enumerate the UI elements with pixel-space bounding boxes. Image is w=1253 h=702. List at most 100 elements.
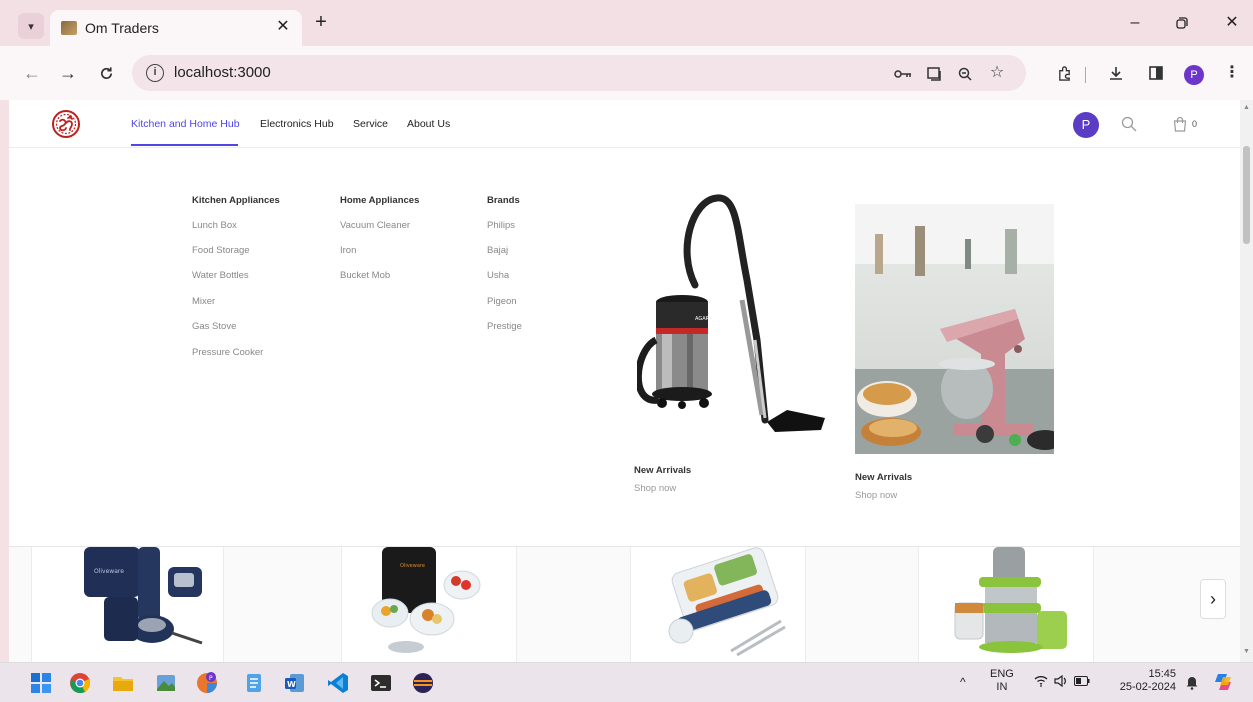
menu-item-bucket-mob[interactable]: Bucket Mob <box>340 270 390 281</box>
agaro-brand-mark: AGARO <box>695 316 713 322</box>
toolbar-separator <box>1085 67 1086 83</box>
back-button[interactable]: ← <box>20 62 44 86</box>
language-indicator[interactable]: ENG IN <box>990 668 1014 694</box>
cart-count: 0 <box>1192 119 1198 129</box>
nav-about-us[interactable]: About Us <box>407 118 450 130</box>
menu-item-philips[interactable]: Philips <box>487 220 515 231</box>
menu-item-iron[interactable]: Iron <box>340 245 356 256</box>
copilot-icon[interactable] <box>1212 671 1234 693</box>
menu-item-vacuum-cleaner[interactable]: Vacuum Cleaner <box>340 220 410 231</box>
word-icon[interactable]: W <box>284 672 306 694</box>
browser-tab[interactable]: Om Traders ✕ <box>50 10 302 46</box>
product-card[interactable] <box>630 547 806 662</box>
reload-button[interactable] <box>94 62 118 86</box>
url-text: localhost:3000 <box>174 64 271 81</box>
battery-icon[interactable] <box>1074 676 1090 686</box>
menu-item-food-storage[interactable]: Food Storage <box>192 245 250 256</box>
menu-item-bajaj[interactable]: Bajaj <box>487 245 508 256</box>
menu-item-lunch-box[interactable]: Lunch Box <box>192 220 237 231</box>
menu-item-gas-stove[interactable]: Gas Stove <box>192 321 236 332</box>
shopping-bag-icon[interactable] <box>1172 116 1188 132</box>
promo-1-shop-now-link[interactable]: Shop now <box>634 483 676 494</box>
close-tab-icon[interactable]: ✕ <box>272 16 294 38</box>
scroll-down-icon[interactable]: ▼ <box>1243 648 1250 655</box>
wifi-icon[interactable] <box>1034 675 1048 687</box>
browser-toolbar: ← → i localhost:3000 ☆ P ⋮ <box>0 46 1253 100</box>
minimize-button[interactable]: – <box>1120 12 1150 36</box>
clock-date: 25-02-2024 <box>1119 681 1176 693</box>
password-key-icon[interactable] <box>892 63 914 85</box>
language-code: ENG <box>990 668 1014 680</box>
page-viewport: Kitchen and Home Hub Electronics Hub Ser… <box>9 100 1240 662</box>
screen: ▾ Om Traders ✕ + – ✕ ← → i localhost:300… <box>0 0 1253 702</box>
vacuum-cleaner-image[interactable]: AGARO <box>637 190 827 438</box>
product-carousel: Oliveware Oliveware › <box>9 546 1240 662</box>
nav-service[interactable]: Service <box>353 118 388 130</box>
menu-heading-kitchen-appliances: Kitchen Appliances <box>192 195 280 206</box>
product-card[interactable] <box>918 547 1094 662</box>
svg-text:P: P <box>209 675 213 682</box>
clock-time: 15:45 <box>1148 668 1176 680</box>
scroll-up-icon[interactable]: ▲ <box>1243 104 1250 111</box>
carousel-next-button[interactable]: › <box>1200 579 1226 619</box>
windows-taskbar: P W ^ ENG IN 15:45 25-02-2024 <box>0 662 1253 702</box>
om-logo-icon[interactable] <box>51 109 81 139</box>
svg-text:W: W <box>287 680 296 689</box>
volume-icon[interactable] <box>1054 675 1068 687</box>
site-info-icon[interactable]: i <box>146 64 164 82</box>
download-icon[interactable] <box>1104 62 1128 86</box>
food-storage-product-image: Oliveware <box>371 547 481 653</box>
active-nav-underline <box>131 144 238 146</box>
page-scrollbar[interactable]: ▲ ▼ <box>1240 100 1253 662</box>
address-bar[interactable]: i localhost:3000 ☆ <box>132 55 1026 91</box>
search-icon[interactable] <box>1121 116 1137 132</box>
browser-tab-strip: ▾ Om Traders ✕ + – ✕ <box>0 0 1253 46</box>
menu-item-prestige[interactable]: Prestige <box>487 321 522 332</box>
close-window-button[interactable]: ✕ <box>1217 12 1247 36</box>
browser-profile-avatar[interactable]: P <box>1184 65 1204 85</box>
oliveware-brand-mark: Oliveware <box>94 568 124 575</box>
tab-search-button[interactable]: ▾ <box>18 13 44 39</box>
show-hidden-icons[interactable]: ^ <box>960 676 966 689</box>
file-explorer-icon[interactable] <box>112 672 134 694</box>
chrome-icon[interactable] <box>69 672 91 694</box>
extensions-icon[interactable] <box>1052 62 1076 86</box>
windows-start-icon[interactable] <box>30 672 52 694</box>
notepad-icon[interactable] <box>243 672 265 694</box>
menu-item-pressure-cooker[interactable]: Pressure Cooker <box>192 347 263 358</box>
new-tab-button[interactable]: + <box>310 12 332 34</box>
user-avatar[interactable]: P <box>1073 112 1099 138</box>
terminal-icon[interactable] <box>370 672 392 694</box>
restore-button[interactable] <box>1167 12 1197 36</box>
tiffin-box-product-image <box>668 547 786 657</box>
nav-kitchen-home-hub[interactable]: Kitchen and Home Hub <box>131 118 240 130</box>
forward-button[interactable]: → <box>56 62 80 86</box>
menu-item-water-bottles[interactable]: Water Bottles <box>192 270 249 281</box>
clock[interactable]: 15:45 25-02-2024 <box>1100 668 1176 694</box>
lunch-box-product-image: Oliveware <box>84 547 203 645</box>
product-card[interactable]: Oliveware <box>341 547 517 662</box>
side-panel-icon[interactable] <box>1144 62 1168 86</box>
scrollbar-thumb[interactable] <box>1243 146 1250 244</box>
menu-item-mixer[interactable]: Mixer <box>192 296 215 307</box>
notification-bell-icon[interactable] <box>1184 674 1200 690</box>
vscode-icon[interactable] <box>327 672 349 694</box>
oliveware-brand-mark: Oliveware <box>400 563 425 569</box>
stand-mixer-image[interactable] <box>855 204 1054 454</box>
menu-item-pigeon[interactable]: Pigeon <box>487 296 517 307</box>
zoom-icon[interactable] <box>954 63 976 85</box>
product-card[interactable]: Oliveware <box>31 547 224 662</box>
browser-menu-icon[interactable]: ⋮ <box>1220 62 1244 86</box>
profile-app-icon[interactable]: P <box>196 672 218 694</box>
install-app-icon[interactable] <box>924 63 946 85</box>
bookmark-star-icon[interactable]: ☆ <box>986 63 1008 85</box>
photos-app-icon[interactable] <box>155 672 177 694</box>
lunch-carrier-product-image <box>954 547 1067 653</box>
promo-2-shop-now-link[interactable]: Shop now <box>855 490 897 501</box>
menu-heading-brands: Brands <box>487 195 520 206</box>
menu-item-usha[interactable]: Usha <box>487 270 509 281</box>
eclipse-icon[interactable] <box>412 672 434 694</box>
nav-electronics-hub[interactable]: Electronics Hub <box>260 118 334 130</box>
promo-2-title: New Arrivals <box>855 472 913 483</box>
menu-heading-home-appliances: Home Appliances <box>340 195 420 206</box>
